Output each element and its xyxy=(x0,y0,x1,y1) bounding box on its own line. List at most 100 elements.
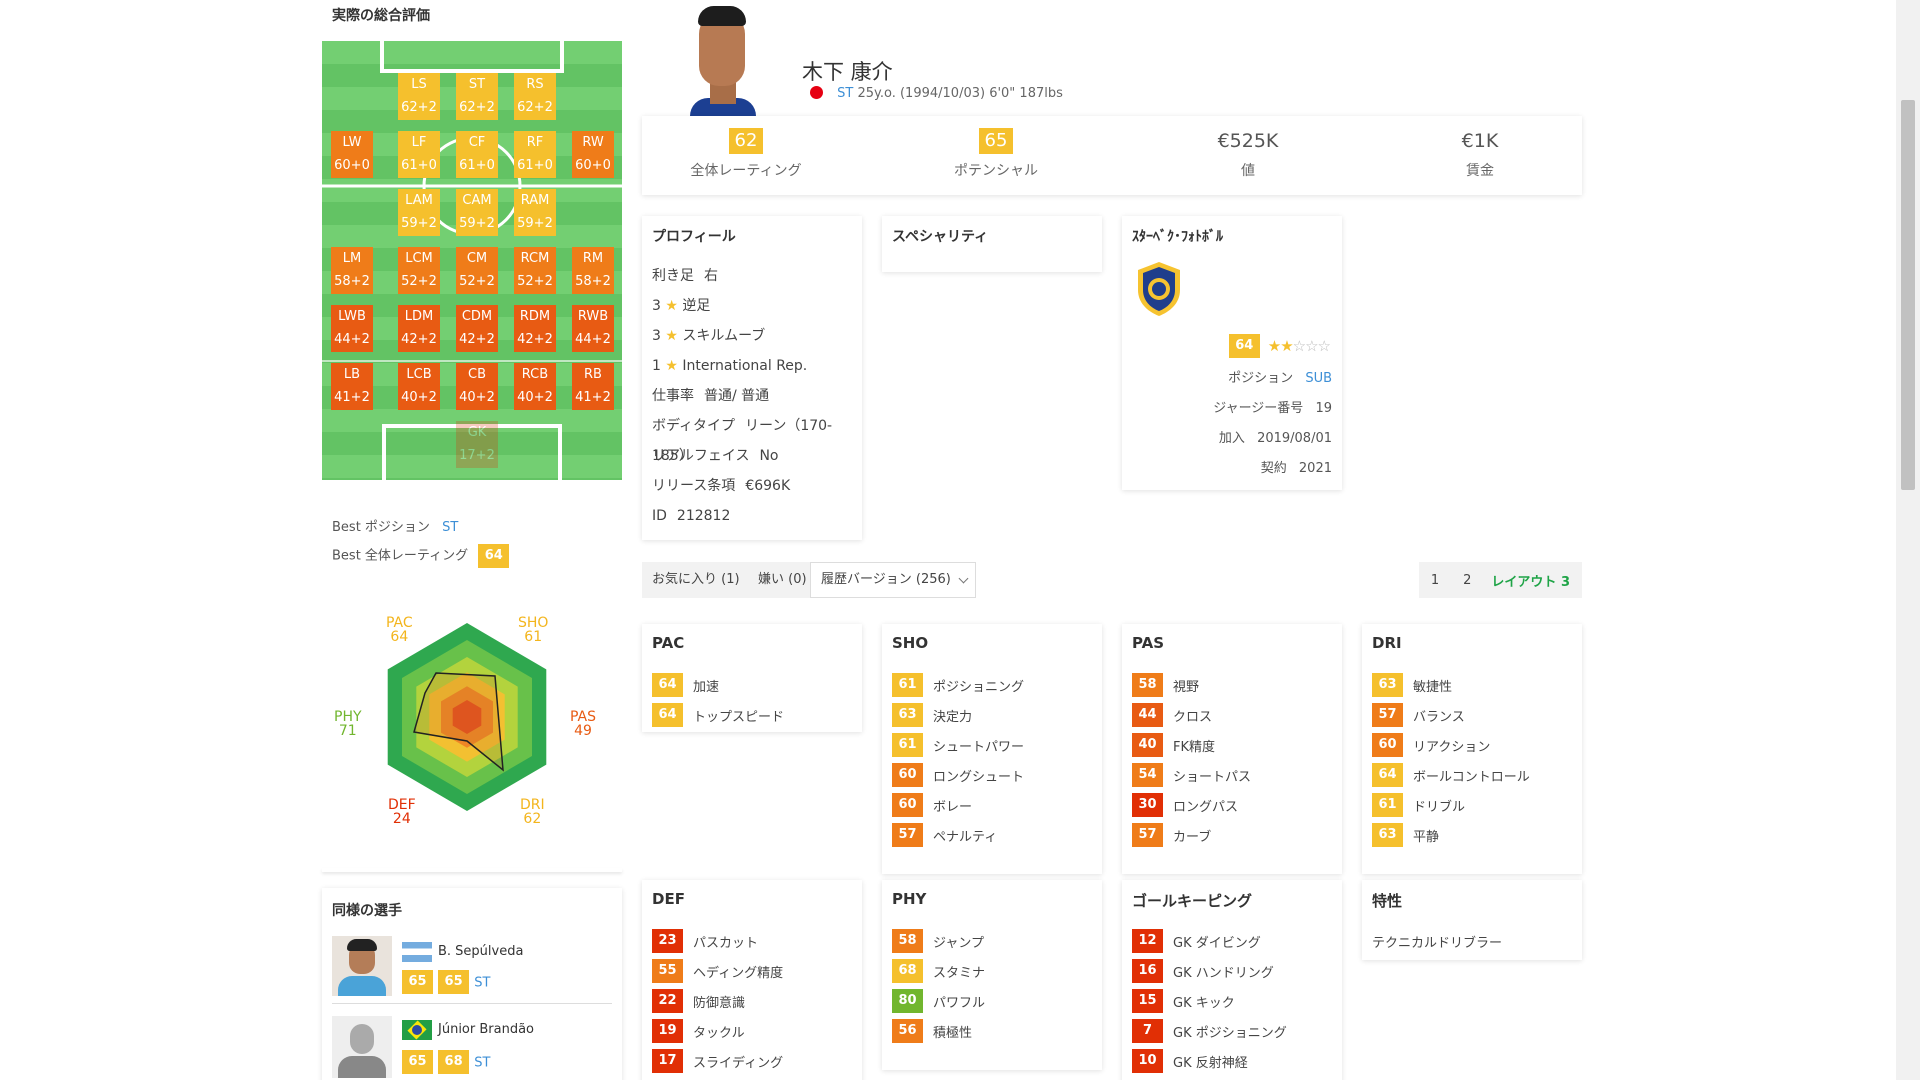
attribute-value: 12 xyxy=(1132,929,1163,953)
similar-player-pos[interactable]: ST xyxy=(474,976,490,991)
attribute-value: 61 xyxy=(892,733,923,757)
attribute-label: 積極性 xyxy=(933,1025,973,1041)
position-cell-rm: RM 58+2 xyxy=(572,247,614,294)
club-details: ポジション SUB ジャージー番号 19 加入 2019/08/01 契約 20… xyxy=(1213,371,1332,476)
attribute-row: 61 ドリブル xyxy=(1372,790,1530,820)
attribute-label: ポジショニング xyxy=(933,679,1025,695)
attribute-card-3: DRI 63 敏捷性 57 バランス 60 リアクション 64 ボールコントロール 61 ドリブル 6… xyxy=(1362,624,1582,874)
attribute-row: 58 視野 xyxy=(1132,670,1251,700)
attribute-label: 敏捷性 xyxy=(1413,679,1453,695)
attribute-value: 57 xyxy=(1132,823,1163,847)
position-cell-rf: RF 61+0 xyxy=(514,131,556,178)
attribute-row: 56 積極性 xyxy=(892,1016,985,1046)
profile-title: プロフィール xyxy=(652,229,736,245)
attribute-label: ショートパス xyxy=(1173,769,1252,785)
attribute-row: 64 トップスピード xyxy=(652,700,784,730)
attribute-label: ロングパス xyxy=(1173,799,1239,815)
layout-3-button[interactable]: レイアウト 3 xyxy=(1483,571,1582,590)
layout-2-button[interactable]: 2 xyxy=(1451,573,1483,588)
position-cell-lf: LF 61+0 xyxy=(398,131,440,178)
layout-switcher: 1 2 レイアウト 3 xyxy=(1418,562,1582,598)
radar-def: DEF 24 xyxy=(388,797,416,827)
profile-card: プロフィール 利き足右 3 ★ 逆足 3 ★ スキルムーブ 1 ★ Internati… xyxy=(642,216,862,540)
scrollbar-thumb[interactable] xyxy=(1901,100,1915,490)
player-name: 木下 康介 xyxy=(802,60,893,84)
position-cell-rwb: RWB 44+2 xyxy=(572,305,614,352)
layout-1-button[interactable]: 1 xyxy=(1419,573,1451,588)
similar-player-name[interactable]: Júnior Brandão xyxy=(438,1022,534,1037)
club-title[interactable]: ｽﾀｰﾍﾞｸ･ﾌｫﾄﾎﾞﾙ xyxy=(1132,226,1223,246)
attribute-label: ボレー xyxy=(933,799,973,815)
club-position-link[interactable]: SUB xyxy=(1305,371,1332,386)
attribute-card-4: DEF 23 パスカット 55 ヘディング精度 22 防御意識 19 タックル 17 スライディング xyxy=(642,880,862,1080)
attribute-row: 17 スライディング xyxy=(652,1046,783,1076)
profile-row: ボディタイプ リーン（170-185） xyxy=(652,418,833,464)
attribute-value: 80 xyxy=(892,989,923,1013)
club-crest-icon[interactable] xyxy=(1134,260,1184,318)
profile-row: 仕事率 普通/ 普通 xyxy=(652,388,770,404)
club-card: ｽﾀｰﾍﾞｸ･ﾌｫﾄﾎﾞﾙ 64 ★★☆☆☆ ポジション SUB ジャージー番号… xyxy=(1122,216,1342,490)
attribute-card-title: ゴールキーピング xyxy=(1132,892,1253,910)
potential-rating: 65 ポテンシャル xyxy=(954,128,1038,179)
similar-player[interactable]: B. Sepúlveda 65 65 ST xyxy=(332,936,612,1004)
attribute-row: 60 リアクション xyxy=(1372,730,1530,760)
position-cell-st: ST 62+2 xyxy=(456,73,498,120)
profile-row: 1 ★ International Rep. xyxy=(652,358,808,374)
best-position-link[interactable]: ST xyxy=(442,520,458,535)
player-photo xyxy=(332,936,392,996)
radar-pas: PAS 49 xyxy=(570,709,597,739)
similar-player-name[interactable]: B. Sepúlveda xyxy=(438,944,523,959)
position-cell-cm: CM 52+2 xyxy=(456,247,498,294)
japan-flag-icon xyxy=(810,86,823,99)
attribute-row: 61 ポジショニング xyxy=(892,670,1024,700)
attribute-row: 63 決定力 xyxy=(892,700,1024,730)
attribute-row: 63 平静 xyxy=(1372,820,1530,850)
similar-player-pos[interactable]: ST xyxy=(474,1056,490,1071)
position-cell-lw: LW 60+0 xyxy=(331,131,373,178)
history-select[interactable]: 履歴バージョン (256) xyxy=(810,562,976,598)
attribute-value: 58 xyxy=(1132,673,1163,697)
position-pitch: LS 62+2 ST 62+2 RS 62+2 LW 60+0 LF 61+0 CF 61+0 RF 61… xyxy=(322,41,622,480)
attribute-label: トップスピード xyxy=(693,709,785,725)
position-cell-ram: RAM 59+2 xyxy=(514,189,556,236)
attribute-value: 64 xyxy=(652,673,683,697)
attribute-value: 10 xyxy=(1132,1049,1163,1073)
best-overall-label: Best 全体レーティング xyxy=(332,548,469,564)
dislikes-button[interactable]: 嫌い (0) xyxy=(748,562,817,598)
similar-player[interactable]: Júnior Brandão 65 68 ST xyxy=(332,1016,612,1080)
page: 実際の総合評価 LS 62+2 ST 62+2 RS 62+2 LW 60+0 LF 61+0 CF… xyxy=(0,0,1920,1080)
attribute-label: スタミナ xyxy=(933,965,986,981)
best-overall-row: Best 全体レーティング 64 xyxy=(332,544,510,568)
attribute-label: ボールコントロール xyxy=(1413,769,1530,785)
position-cell-lcm: LCM 52+2 xyxy=(398,247,440,294)
attribute-row: 64 加速 xyxy=(652,670,784,700)
club-stars-icon: ★★☆☆☆ xyxy=(1267,337,1331,355)
attribute-label: シュートパワー xyxy=(933,739,1025,755)
attribute-row: 80 パワフル xyxy=(892,986,985,1016)
similar-card: 同様の選手 B. Sepúlveda 65 65 ST Júnior Brand… xyxy=(322,888,622,1080)
profile-row: リアルフェイス No xyxy=(652,448,779,464)
position-cell-lcb: LCB 40+2 xyxy=(398,363,440,410)
attribute-label: ジャンプ xyxy=(933,935,984,951)
attribute-row: 44 クロス xyxy=(1132,700,1251,730)
attribute-label: 防御意識 xyxy=(693,995,746,1011)
club-rating-row: 64 ★★☆☆☆ xyxy=(1228,334,1331,358)
favorites-button[interactable]: お気に入り (1) xyxy=(642,562,750,598)
attribute-label: リアクション xyxy=(1413,739,1491,755)
trait-item: テクニカルドリブラー xyxy=(1372,935,1503,951)
attribute-row: 60 ロングシュート xyxy=(892,760,1024,790)
scrollbar[interactable] xyxy=(1896,0,1920,1080)
attribute-row: 55 ヘディング精度 xyxy=(652,956,783,986)
attribute-row: 19 タックル xyxy=(652,1016,783,1046)
attribute-label: GK 反射神経 xyxy=(1173,1055,1248,1071)
chevron-down-icon xyxy=(958,573,969,584)
position-cell-rw: RW 60+0 xyxy=(572,131,614,178)
attribute-label: 決定力 xyxy=(933,709,973,725)
player-position-link[interactable]: ST xyxy=(837,86,853,101)
attribute-row: 58 ジャンプ xyxy=(892,926,985,956)
radar-phy: PHY 71 xyxy=(334,709,362,739)
attribute-label: FK精度 xyxy=(1173,739,1216,755)
club-rating-badge: 64 xyxy=(1228,334,1260,358)
attribute-row: 16 GK ハンドリング xyxy=(1132,956,1287,986)
attribute-value: 16 xyxy=(1132,959,1163,983)
